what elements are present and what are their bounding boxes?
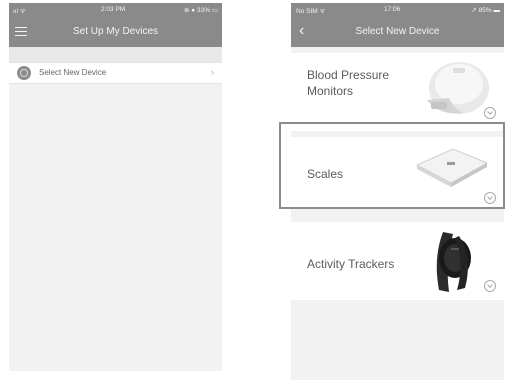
device-label: Activity Trackers: [307, 257, 395, 271]
status-bar: No SIM ᯤ 17:06 ➚ 85% ▬: [291, 3, 504, 17]
status-bar: ııl ᯤ 2:03 PM ⊕ ● 33% ▭: [9, 3, 222, 17]
select-chevron-icon[interactable]: [484, 107, 496, 119]
select-new-device-label: Select New Device: [39, 68, 107, 77]
page-title: Select New Device: [355, 26, 440, 37]
select-chevron-icon[interactable]: [484, 280, 496, 292]
device-card-activity-trackers[interactable]: Activity Trackers: [291, 222, 504, 300]
select-new-device-row[interactable]: Select New Device ›: [9, 62, 222, 84]
page-title: Set Up My Devices: [72, 26, 159, 37]
status-time: 2:03 PM: [101, 6, 126, 13]
device-settings-icon: [17, 66, 31, 80]
selection-highlight-frame: [279, 122, 505, 209]
carrier-indicator: No SIM ᯤ: [296, 8, 326, 15]
status-time: 17:06: [384, 6, 401, 13]
chevron-right-icon: ›: [211, 67, 214, 77]
device-card-blood-pressure[interactable]: Blood Pressure Monitors: [291, 53, 504, 131]
activity-tracker-image: [436, 232, 471, 292]
battery-indicator: ➚ 85% ▬: [471, 7, 500, 14]
setup-devices-screen: ııl ᯤ 2:03 PM ⊕ ● 33% ▭ Set Up My Device…: [9, 3, 222, 371]
nav-bar: Set Up My Devices: [9, 17, 222, 47]
blood-pressure-monitor-image: [427, 62, 489, 114]
device-label: Blood Pressure Monitors: [307, 68, 390, 98]
section-spacer: [9, 47, 222, 62]
signal-indicator: ııl ᯤ: [13, 8, 26, 15]
nav-bar: ‹ Select New Device: [291, 17, 504, 47]
battery-indicator: ⊕ ● 33% ▭: [184, 7, 218, 14]
